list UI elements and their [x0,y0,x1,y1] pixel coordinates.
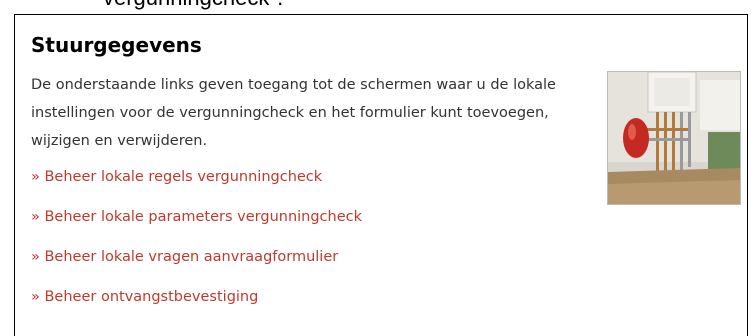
link-list: » Beheer lokale regels vergunningcheck »… [31,162,362,322]
intro-text: De onderstaande links geven toegang tot … [31,77,556,149]
previous-section-text: vergunningcheck". [103,0,283,11]
link-beheer-lokale-parameters[interactable]: » Beheer lokale parameters vergunningche… [31,209,362,225]
stuurgegevens-panel: Stuurgegevens De onderstaande links geve… [14,14,748,336]
list-item: » Beheer lokale vragen aanvraagformulier [31,242,362,282]
link-beheer-lokale-regels[interactable]: » Beheer lokale regels vergunningcheck [31,169,322,185]
link-beheer-lokale-vragen[interactable]: » Beheer lokale vragen aanvraagformulier [31,249,338,265]
boiler-photo [607,71,741,205]
boiler-photo-icon [608,72,740,204]
list-item: » Beheer lokale parameters vergunningche… [31,202,362,242]
panel-title: Stuurgegevens [31,33,202,57]
link-beheer-ontvangstbevestiging[interactable]: » Beheer ontvangstbevestiging [31,289,258,305]
list-item: » Beheer ontvangstbevestiging [31,282,362,322]
list-item: » Beheer lokale regels vergunningcheck [31,162,362,202]
